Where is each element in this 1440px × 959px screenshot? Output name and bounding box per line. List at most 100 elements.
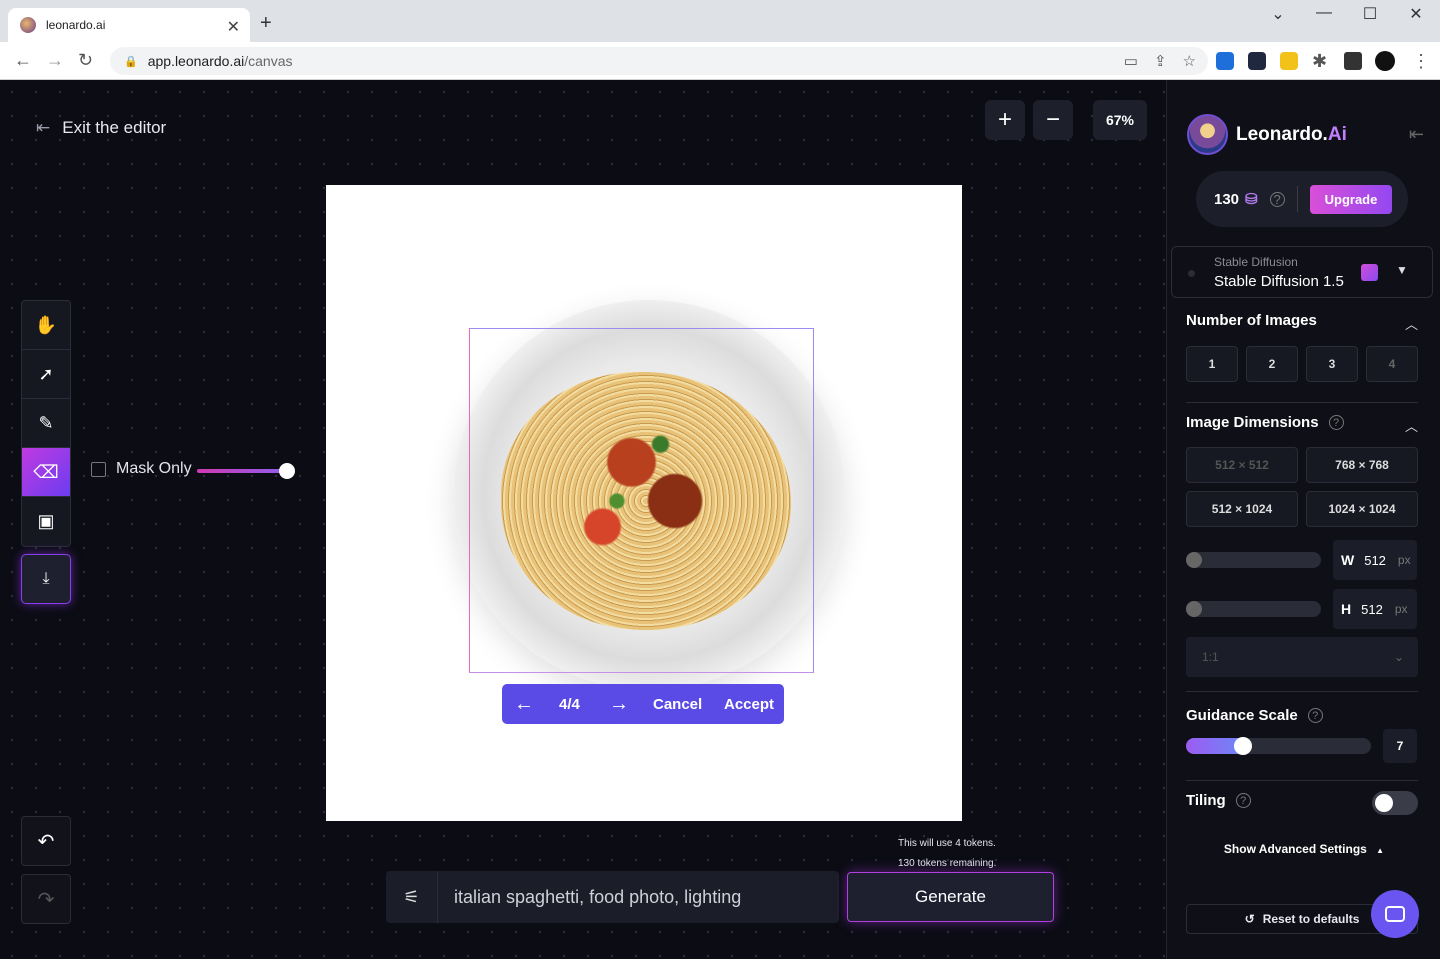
height-field[interactable]: H 512 px: [1333, 589, 1417, 629]
draw-mask-tool[interactable]: ✎: [22, 399, 70, 448]
mask-only-checkbox[interactable]: [91, 461, 106, 477]
help-icon[interactable]: ?: [1307, 708, 1323, 723]
brush-size-slider[interactable]: [197, 463, 295, 479]
zoom-in-button[interactable]: +: [985, 100, 1025, 140]
browser-menu-icon[interactable]: ⋮: [1412, 51, 1430, 72]
minimize-window-icon[interactable]: —: [1302, 4, 1346, 22]
guidance-scale-slider[interactable]: [1186, 737, 1371, 755]
exit-editor-button[interactable]: ⇤ Exit the editor: [36, 118, 166, 138]
dimension-option-512x512[interactable]: 512 × 512: [1186, 447, 1298, 483]
model-selector[interactable]: Stable Diffusion Stable Diffusion 1.5 ▼: [1171, 246, 1433, 298]
guidance-scale-header: Guidance Scale ?: [1186, 707, 1323, 724]
tool-palette: ✋ ➚ ✎ ⌫ ▣: [21, 300, 71, 547]
chat-icon: [1385, 906, 1405, 922]
coins-icon: ⛁: [1245, 191, 1258, 208]
collapse-sidebar-icon[interactable]: ⇤: [1409, 124, 1424, 145]
puzzle-extensions-icon[interactable]: ✱: [1312, 51, 1327, 72]
browser-tab[interactable]: leonardo.ai ✕: [8, 8, 250, 42]
generation-frame[interactable]: [469, 328, 814, 673]
select-tool[interactable]: ➚: [22, 350, 70, 399]
variant-counter: 4/4: [559, 695, 580, 713]
clipboard-icon[interactable]: ▭: [1124, 52, 1138, 70]
brand-logo[interactable]: Leonardo.Ai: [1187, 114, 1347, 155]
width-value: 512: [1364, 552, 1386, 568]
mask-only-option[interactable]: Mask Only: [91, 460, 192, 478]
redo-button[interactable]: ↷: [21, 874, 71, 924]
dimension-option-512x1024[interactable]: 512 × 1024: [1186, 491, 1298, 527]
url-field[interactable]: 🔒 app.leonardo.ai/canvas ▭ ⇪ ☆: [110, 47, 1208, 75]
help-icon[interactable]: ?: [1235, 793, 1251, 808]
accept-variant-button[interactable]: Accept: [724, 696, 774, 713]
slider-knob[interactable]: [279, 463, 295, 479]
extension-icon[interactable]: [1216, 52, 1234, 70]
dropdown-caret-icon[interactable]: ▼: [1396, 263, 1408, 277]
image-canvas[interactable]: [326, 185, 962, 821]
erase-tool[interactable]: ⌫: [22, 448, 70, 497]
support-chat-button[interactable]: [1371, 890, 1419, 938]
new-tab-icon[interactable]: +: [260, 12, 272, 35]
tab-search-chevron-icon[interactable]: ⌄: [1256, 4, 1300, 24]
undo-button[interactable]: ↶: [21, 816, 71, 866]
side-panel-icon[interactable]: [1344, 52, 1362, 70]
help-icon[interactable]: ?: [1269, 191, 1285, 207]
share-icon[interactable]: ⇪: [1154, 52, 1167, 70]
back-arrow-icon[interactable]: ←: [14, 50, 32, 71]
next-variant-arrow-icon[interactable]: →: [609, 693, 629, 716]
token-balance: 130 ⛁ ? Upgrade: [1196, 171, 1408, 227]
browser-address-bar: ← → ↻ 🔒 app.leonardo.ai/canvas ▭ ⇪ ☆ ✱ ⋮: [0, 42, 1440, 80]
prompt-input[interactable]: italian spaghetti, food photo, lighting: [454, 887, 741, 908]
divider: [1186, 691, 1418, 692]
slider-knob[interactable]: [1234, 737, 1252, 755]
cancel-variant-button[interactable]: Cancel: [653, 696, 702, 713]
canvas-editor: ⇤ Exit the editor + − 67% ✋ ➚ ✎ ⌫ ▣ ⤓ Ma…: [0, 80, 1440, 959]
extension-shield-icon[interactable]: [1248, 52, 1266, 70]
close-tab-icon[interactable]: ✕: [227, 17, 240, 37]
tiling-toggle[interactable]: [1372, 791, 1418, 815]
num-images-option-2[interactable]: 2: [1246, 346, 1298, 382]
num-images-option-1[interactable]: 1: [1186, 346, 1238, 382]
leonardo-avatar-logo: [1187, 114, 1228, 155]
pan-tool[interactable]: ✋: [22, 301, 70, 350]
width-field[interactable]: W 512 px: [1333, 540, 1417, 580]
num-images-option-3[interactable]: 3: [1306, 346, 1358, 382]
forward-arrow-icon[interactable]: →: [46, 50, 64, 71]
num-images-option-4[interactable]: 4: [1366, 346, 1418, 382]
close-window-icon[interactable]: ✕: [1394, 4, 1438, 24]
collapse-chevron-up-icon[interactable]: ︿: [1405, 314, 1418, 333]
slider-knob[interactable]: [1186, 601, 1202, 617]
generate-button[interactable]: Generate: [847, 872, 1054, 922]
width-slider[interactable]: [1186, 552, 1321, 568]
tiling-title: Tiling: [1186, 792, 1226, 809]
profile-avatar-icon[interactable]: [1375, 51, 1395, 71]
variant-picker: ← 4/4 → Cancel Accept: [502, 684, 784, 724]
bookmark-star-icon[interactable]: ☆: [1183, 52, 1196, 70]
chevron-down-icon: ⌄: [1393, 650, 1404, 664]
tiling-header: Tiling ?: [1186, 792, 1251, 809]
browser-tab-bar: leonardo.ai ✕ + ⌄ — ☐ ✕: [0, 0, 1440, 42]
upgrade-button[interactable]: Upgrade: [1309, 184, 1393, 214]
zoom-out-button[interactable]: −: [1033, 100, 1073, 140]
collapse-chevron-up-icon[interactable]: ︿: [1405, 416, 1418, 435]
extension-yellow-icon[interactable]: [1280, 52, 1298, 70]
model-notes-icon[interactable]: [1361, 264, 1378, 281]
url-path: /canvas: [244, 53, 293, 69]
help-icon[interactable]: ?: [1328, 415, 1344, 430]
redo-icon: ↷: [37, 888, 55, 911]
number-of-images-title: Number of Images: [1186, 312, 1317, 329]
show-advanced-settings-button[interactable]: Show Advanced Settings ▲: [1167, 842, 1440, 856]
aspect-ratio-select[interactable]: 1:1 ⌄: [1186, 637, 1418, 677]
dimension-option-1024x1024[interactable]: 1024 × 1024: [1306, 491, 1418, 527]
previous-variant-arrow-icon[interactable]: ←: [514, 693, 534, 716]
download-button[interactable]: ⤓: [21, 554, 71, 604]
height-slider[interactable]: [1186, 601, 1321, 617]
image-tool[interactable]: ▣: [22, 497, 70, 546]
guidance-scale-value[interactable]: 7: [1383, 729, 1417, 763]
token-remaining-note: 130 tokens remaining.: [898, 858, 997, 869]
slider-knob[interactable]: [1186, 552, 1202, 568]
reload-icon[interactable]: ↻: [78, 50, 93, 71]
undo-icon: ↶: [37, 830, 55, 853]
dimension-option-768x768[interactable]: 768 × 768: [1306, 447, 1418, 483]
prompt-settings-sliders-icon[interactable]: ⚟: [386, 871, 438, 923]
exit-editor-label: Exit the editor: [62, 118, 167, 137]
maximize-window-icon[interactable]: ☐: [1348, 4, 1392, 24]
